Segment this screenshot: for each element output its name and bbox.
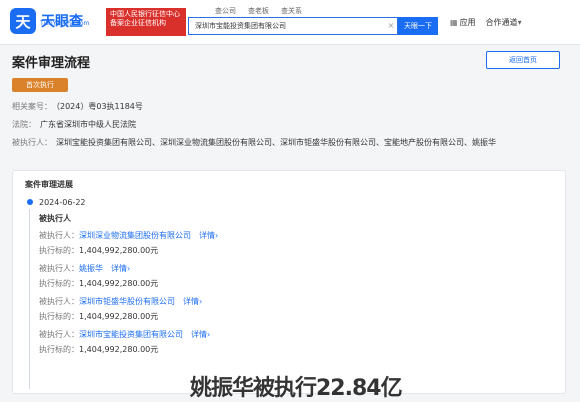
- detail-link[interactable]: 详情: [183, 297, 199, 306]
- timeline-date: 2024-06-22: [39, 197, 86, 207]
- entry-amount-label: 执行标的：: [39, 279, 79, 288]
- executed-row: 被执行人： 深圳宝能投资集团有限公司、深圳深业物流集团股份有限公司、深圳市钜盛华股…: [12, 134, 552, 152]
- nav-cooperation[interactable]: 合作通道▾: [486, 17, 524, 28]
- entry-name[interactable]: 深圳市宝能投资集团有限公司: [79, 330, 183, 339]
- timeline: 2024-06-22 被执行人 被执行人：深圳深业物流集团股份有限公司 详情› 执…: [27, 195, 547, 389]
- tab-company[interactable]: 查公司: [215, 6, 236, 16]
- top-nav: ▦ 应用 合作通道▾: [450, 17, 524, 28]
- entry-name-label: 被执行人：: [39, 231, 79, 240]
- nav-cooperation-label: 合作通道: [485, 18, 518, 27]
- promo-line-1: 中国人民银行征信中心: [110, 10, 180, 18]
- timeline-date-row: 2024-06-22: [27, 195, 547, 209]
- entry-name-label: 被执行人：: [39, 264, 79, 273]
- entry-name[interactable]: 姚振华: [79, 264, 103, 273]
- entry-amount-label: 执行标的：: [39, 345, 79, 354]
- entry-name-label: 被执行人：: [39, 297, 79, 306]
- nav-app-label: 应用: [459, 18, 476, 27]
- list-item: 被执行人：深圳市宝能投资集团有限公司 详情› 执行标的：1,404,992,280…: [39, 327, 547, 357]
- promo-line-2: 备案企业征信机构: [110, 19, 166, 27]
- case-number-row: 相关案号： （2024）粤03执1184号: [12, 98, 552, 116]
- list-item: 被执行人：姚振华 详情› 执行标的：1,404,992,280.00元: [39, 261, 547, 291]
- brand-mark-icon: 天: [10, 8, 36, 34]
- progress-card: 案件审理进展 2024-06-22 被执行人 被执行人：深圳深业物流集团股份有限…: [12, 170, 566, 394]
- chevron-right-icon: ›: [127, 264, 131, 273]
- chevron-right-icon: ›: [215, 231, 219, 240]
- court-name: 广东省深圳市中级人民法院: [40, 120, 136, 129]
- chevron-right-icon: ›: [207, 330, 211, 339]
- timeline-dot-icon: [27, 199, 33, 205]
- timeline-heading: 被执行人: [39, 214, 71, 223]
- home-button-label: 返回首页: [509, 56, 537, 64]
- tab-boss[interactable]: 查老板: [248, 6, 269, 16]
- search-button[interactable]: 天眼一下: [398, 17, 438, 35]
- clear-icon[interactable]: ×: [385, 18, 397, 34]
- search-value: 深圳市宝能投资集团有限公司: [195, 22, 286, 30]
- executed-list: 深圳宝能投资集团有限公司、深圳深业物流集团股份有限公司、深圳市钜盛华股份有限公司…: [56, 138, 496, 147]
- search-input[interactable]: 深圳市宝能投资集团有限公司 ×: [188, 17, 398, 35]
- entry-amount: 1,404,992,280.00元: [79, 246, 159, 255]
- tab-relation[interactable]: 查关系: [281, 6, 302, 16]
- page-title: 案件审理流程: [12, 56, 91, 71]
- nav-app[interactable]: ▦ 应用: [450, 17, 476, 28]
- entry-name[interactable]: 深圳市钜盛华股份有限公司: [79, 297, 175, 306]
- entry-amount-label: 执行标的：: [39, 246, 79, 255]
- entry-amount: 1,404,992,280.00元: [79, 312, 159, 321]
- brand-domain: TianYanCha.com: [40, 20, 90, 27]
- entry-amount-label: 执行标的：: [39, 312, 79, 321]
- stage-badge: 首次执行: [12, 78, 68, 92]
- timeline-line: [29, 209, 30, 389]
- chevron-down-icon: ▾: [517, 18, 522, 27]
- timeline-body: 被执行人 被执行人：深圳深业物流集团股份有限公司 详情› 执行标的：1,404,9…: [39, 213, 547, 357]
- top-bar: 天 天眼查 TianYanCha.com 中国人民银行征信中心 备案企业征信机构…: [0, 0, 580, 45]
- entry-name-label: 被执行人：: [39, 330, 79, 339]
- entry-amount: 1,404,992,280.00元: [79, 345, 159, 354]
- progress-title: 案件审理进展: [25, 180, 73, 189]
- list-item: 被执行人：深圳深业物流集团股份有限公司 详情› 执行标的：1,404,992,28…: [39, 228, 547, 258]
- case-number-label: 相关案号：: [12, 102, 52, 111]
- home-button[interactable]: 返回首页: [486, 51, 560, 69]
- search-type-tabs: 查公司 查老板 查关系: [215, 6, 302, 16]
- promo-banner[interactable]: 中国人民银行征信中心 备案企业征信机构: [106, 8, 186, 36]
- overlay-caption: 姚振华被执行22.84亿: [190, 376, 403, 401]
- grid-icon: ▦: [450, 18, 458, 27]
- detail-link[interactable]: 详情: [199, 231, 215, 240]
- case-number: （2024）粤03执1184号: [56, 102, 143, 111]
- entry-name[interactable]: 深圳深业物流集团股份有限公司: [79, 231, 191, 240]
- list-item: 被执行人：深圳市钜盛华股份有限公司 详情› 执行标的：1,404,992,280.…: [39, 294, 547, 324]
- court-label: 法院：: [12, 120, 36, 129]
- court-row: 法院： 广东省深圳市中级人民法院: [12, 116, 552, 134]
- chevron-right-icon: ›: [199, 297, 203, 306]
- case-info: 相关案号： （2024）粤03执1184号 法院： 广东省深圳市中级人民法院 被执行…: [12, 98, 552, 152]
- detail-link[interactable]: 详情: [191, 330, 207, 339]
- entry-amount: 1,404,992,280.00元: [79, 279, 159, 288]
- detail-link[interactable]: 详情: [111, 264, 127, 273]
- executed-label: 被执行人：: [12, 138, 52, 147]
